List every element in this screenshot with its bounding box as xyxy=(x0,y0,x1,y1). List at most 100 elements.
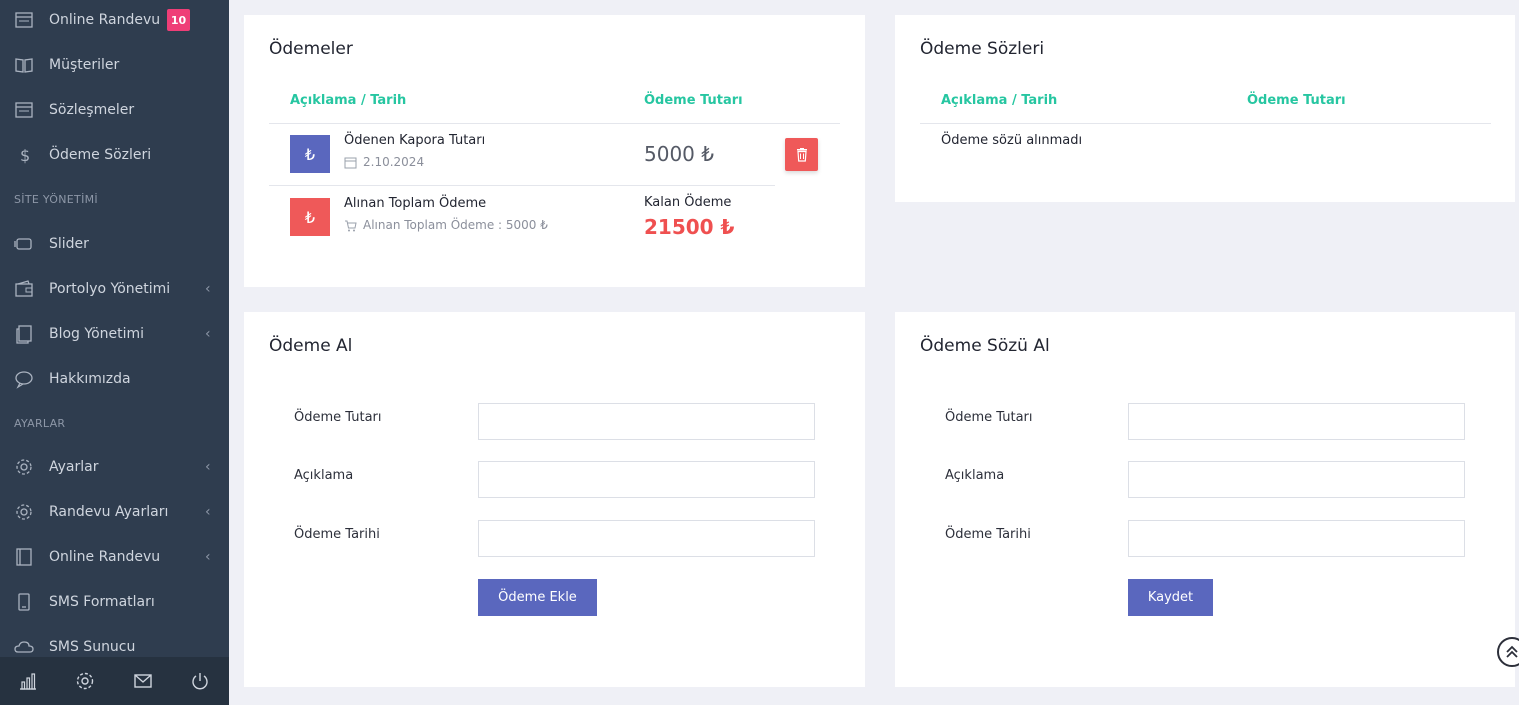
take-promise-card: Ödeme Sözü Al Ödeme Tutarı Açıklama Ödem… xyxy=(895,312,1515,687)
cloud-icon xyxy=(14,641,34,653)
sidebar-item-randevu-ayarlari[interactable]: Randevu Ayarları ‹ xyxy=(0,492,229,532)
dollar-icon: $ xyxy=(20,146,30,165)
sidebar-item-sms-formatlari[interactable]: SMS Formatları xyxy=(0,582,229,622)
sidebar-item-label: Portolyo Yönetimi xyxy=(49,281,171,297)
sidebar-heading-settings: AYARLAR xyxy=(14,417,66,430)
payment-date: 2.10.2024 xyxy=(344,155,424,169)
col-header-description: Açıklama / Tarih xyxy=(941,93,1058,108)
sidebar-heading-site: SİTE YÖNETİMİ xyxy=(14,193,98,206)
sidebar-item-ayarlar[interactable]: Ayarlar ‹ xyxy=(0,447,229,487)
calendar-icon xyxy=(15,12,33,28)
description-label: Açıklama xyxy=(945,468,1005,483)
chevron-left-icon: ‹ xyxy=(205,459,211,475)
scroll-top-button[interactable] xyxy=(1497,637,1519,667)
sidebar-item-label: Ayarlar xyxy=(49,459,99,475)
divider xyxy=(269,185,775,186)
take-promise-title: Ödeme Sözü Al xyxy=(920,336,1050,356)
sidebar-item-label: Randevu Ayarları xyxy=(49,504,169,520)
col-header-description: Açıklama / Tarih xyxy=(290,93,407,108)
document-icon xyxy=(15,102,33,118)
wallet-icon xyxy=(15,280,33,297)
book-icon xyxy=(16,548,32,566)
add-payment-button[interactable]: Ödeme Ekle xyxy=(478,579,597,616)
amount-label: Ödeme Tutarı xyxy=(945,410,1033,425)
phone-icon xyxy=(18,593,30,611)
sidebar-item-blog[interactable]: Blog Yönetimi ‹ xyxy=(0,314,229,354)
gear-icon xyxy=(16,504,32,520)
description-label: Açıklama xyxy=(294,468,354,483)
sidebar: Online Randevu 10 Müşteriler Sözleşmeler… xyxy=(0,0,229,705)
gear-icon xyxy=(16,459,32,475)
lira-icon: ₺ xyxy=(290,198,330,236)
description-input[interactable] xyxy=(1128,461,1465,498)
total-payment-sub-text: Alınan Toplam Ödeme : 5000 ₺ xyxy=(363,218,548,232)
sidebar-item-odeme-sozleri[interactable]: $ Ödeme Sözleri xyxy=(0,135,229,175)
chat-icon xyxy=(15,371,33,389)
promises-card: Ödeme Sözleri Açıklama / Tarih Ödeme Tut… xyxy=(895,15,1515,202)
remaining-amount: 21500 ₺ xyxy=(644,215,735,239)
delete-button[interactable] xyxy=(785,138,818,171)
sidebar-item-online-randevu-2[interactable]: Online Randevu ‹ xyxy=(0,537,229,577)
date-input[interactable] xyxy=(478,520,815,557)
notification-badge: 10 xyxy=(167,9,190,31)
sidebar-item-label: SMS Sunucu xyxy=(49,639,136,655)
sidebar-item-label: Online Randevu xyxy=(49,549,161,565)
sidebar-item-label: Hakkımızda xyxy=(49,371,131,387)
total-payment-sub: Alınan Toplam Ödeme : 5000 ₺ xyxy=(344,218,548,232)
empty-message: Ödeme sözü alınmadı xyxy=(941,133,1083,148)
amount-input[interactable] xyxy=(478,403,815,440)
double-chevron-up-icon xyxy=(1506,645,1518,658)
pages-icon xyxy=(16,325,32,344)
sidebar-item-hakkimizda[interactable]: Hakkımızda xyxy=(0,359,229,399)
sidebar-item-label: Online Randevu xyxy=(49,12,161,28)
sidebar-item-label: Slider xyxy=(49,236,89,252)
trash-icon xyxy=(796,147,807,162)
payments-card: Ödemeler Açıklama / Tarih Ödeme Tutarı ₺… xyxy=(244,15,865,287)
payment-amount: 5000 ₺ xyxy=(644,142,714,166)
payment-date-text: 2.10.2024 xyxy=(363,155,425,169)
date-label: Ödeme Tarihi xyxy=(294,527,380,542)
sidebar-item-label: SMS Formatları xyxy=(49,594,155,610)
sidebar-item-sozlesmeler[interactable]: Sözleşmeler xyxy=(0,90,229,130)
divider xyxy=(920,123,1491,124)
sidebar-item-online-randevu[interactable]: Online Randevu 10 xyxy=(0,0,229,40)
take-payment-card: Ödeme Al Ödeme Tutarı Açıklama Ödeme Tar… xyxy=(244,312,865,687)
chevron-left-icon: ‹ xyxy=(205,549,211,565)
chart-icon[interactable] xyxy=(18,671,38,691)
sidebar-item-label: Müşteriler xyxy=(49,57,120,73)
slider-icon xyxy=(14,238,32,250)
power-icon[interactable] xyxy=(190,671,210,691)
settings-icon[interactable] xyxy=(75,671,95,691)
col-header-amount: Ödeme Tutarı xyxy=(644,93,743,108)
amount-input[interactable] xyxy=(1128,403,1465,440)
description-input[interactable] xyxy=(478,461,815,498)
total-payment-title: Alınan Toplam Ödeme xyxy=(344,196,487,211)
cart-icon xyxy=(345,220,357,231)
lira-icon: ₺ xyxy=(290,135,330,173)
chevron-left-icon: ‹ xyxy=(205,326,211,342)
calendar-icon xyxy=(344,157,357,168)
divider xyxy=(269,123,840,124)
sidebar-footer xyxy=(0,657,229,705)
col-header-amount: Ödeme Tutarı xyxy=(1247,93,1346,108)
book-icon xyxy=(15,58,33,73)
promises-title: Ödeme Sözleri xyxy=(920,39,1045,59)
payments-title: Ödemeler xyxy=(269,39,353,59)
sidebar-item-label: Blog Yönetimi xyxy=(49,326,145,342)
sidebar-item-label: Ödeme Sözleri xyxy=(49,147,152,163)
amount-label: Ödeme Tutarı xyxy=(294,410,382,425)
payment-title: Ödenen Kapora Tutarı xyxy=(344,133,486,148)
take-payment-title: Ödeme Al xyxy=(269,336,353,356)
remaining-label: Kalan Ödeme xyxy=(644,195,732,210)
sidebar-item-slider[interactable]: Slider xyxy=(0,224,229,264)
chevron-left-icon: ‹ xyxy=(205,281,211,297)
sidebar-item-musteriler[interactable]: Müşteriler xyxy=(0,45,229,85)
chevron-left-icon: ‹ xyxy=(205,504,211,520)
mail-icon[interactable] xyxy=(133,671,153,691)
svg-text:$: $ xyxy=(20,146,30,165)
sidebar-item-portfolyo[interactable]: Portolyo Yönetimi ‹ xyxy=(0,269,229,309)
date-input[interactable] xyxy=(1128,520,1465,557)
date-label: Ödeme Tarihi xyxy=(945,527,1031,542)
sidebar-item-label: Sözleşmeler xyxy=(49,102,135,118)
save-button[interactable]: Kaydet xyxy=(1128,579,1213,616)
